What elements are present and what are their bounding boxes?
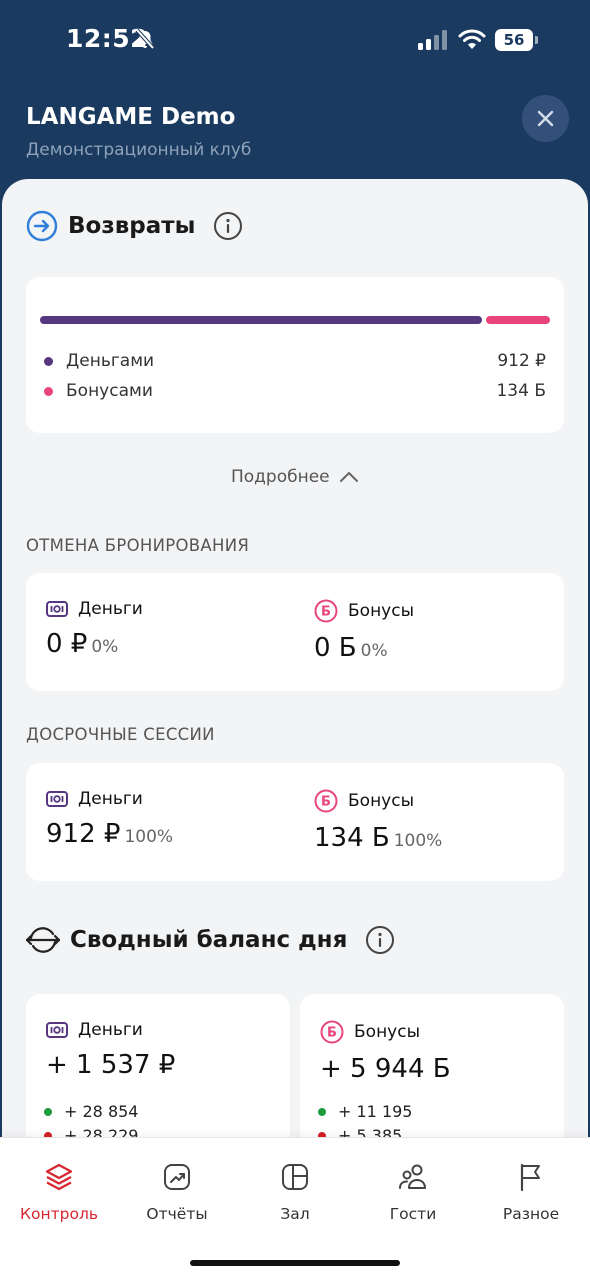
wifi-icon bbox=[458, 29, 486, 49]
close-icon bbox=[537, 110, 554, 127]
battery-tip bbox=[535, 36, 538, 44]
tab-label: Контроль bbox=[19, 1205, 98, 1223]
home-indicator bbox=[190, 1260, 400, 1266]
early-sessions-label: ДОСРОЧНЫЕ СЕССИИ bbox=[26, 725, 215, 744]
cancel-bonus-metric: Б Бонусы 0 Б 0% bbox=[314, 599, 414, 663]
income-value: + 28 854 bbox=[64, 1102, 139, 1121]
balance-icon bbox=[26, 927, 60, 953]
legend-value: 134 Б bbox=[496, 381, 546, 401]
daily-balance-title: Сводный баланс дня bbox=[70, 927, 348, 953]
returns-progress-bar bbox=[40, 316, 550, 324]
svg-text:Б: Б bbox=[321, 605, 331, 620]
club-subtitle: Демонстрационный клуб bbox=[26, 140, 252, 160]
tab-label: Зал bbox=[280, 1205, 310, 1223]
money-icon bbox=[46, 1022, 68, 1038]
metric-value: 912 ₽ bbox=[46, 819, 121, 849]
club-title: LANGAME Demo bbox=[26, 104, 236, 130]
legend-bonus-row: Бонусами 134 Б bbox=[44, 379, 546, 403]
tab-control[interactable]: Контроль bbox=[0, 1138, 118, 1238]
returns-header: Возвраты bbox=[26, 210, 243, 242]
income-value: + 11 195 bbox=[338, 1102, 413, 1121]
metric-title: Деньги bbox=[78, 599, 143, 619]
tab-label: Отчёты bbox=[146, 1205, 208, 1223]
bonus-icon: Б bbox=[314, 789, 338, 813]
metric-title: Деньги bbox=[78, 789, 143, 809]
returns-summary-card: Деньгами 912 ₽ Бонусами 134 Б bbox=[26, 277, 564, 433]
metric-percent: 0% bbox=[360, 641, 388, 661]
legend-label: Деньгами bbox=[66, 351, 155, 371]
early-bonus-metric: Б Бонусы 134 Б 100% bbox=[314, 789, 442, 853]
metric-title: Бонусы bbox=[348, 791, 415, 811]
money-icon bbox=[46, 791, 68, 807]
cancel-booking-label: ОТМЕНА БРОНИРОВАНИЯ bbox=[26, 536, 250, 555]
daily-balance-header: Сводный баланс дня bbox=[26, 925, 395, 955]
chart-icon bbox=[164, 1164, 190, 1190]
cancel-booking-card: Деньги 0 ₽0% Б Бонусы 0 Б 0% bbox=[26, 573, 564, 691]
bonus-icon: Б bbox=[320, 1020, 344, 1044]
metric-percent: 0% bbox=[91, 637, 119, 657]
legend-money-row: Деньгами 912 ₽ bbox=[44, 349, 546, 373]
svg-text:Б: Б bbox=[327, 1026, 337, 1041]
legend-value: 912 ₽ bbox=[497, 351, 546, 371]
income-dot bbox=[44, 1108, 52, 1116]
tab-label: Разное bbox=[502, 1205, 560, 1223]
legend-label: Бонусами bbox=[66, 381, 153, 401]
close-button[interactable] bbox=[522, 95, 569, 142]
users-icon bbox=[399, 1164, 426, 1189]
metric-title: Бонусы bbox=[348, 601, 415, 621]
bonus-icon: Б bbox=[314, 599, 338, 623]
layers-icon bbox=[45, 1163, 73, 1191]
metric-value: + 5 944 Б bbox=[320, 1054, 451, 1084]
income-dot bbox=[318, 1108, 326, 1116]
tab-misc[interactable]: Разное bbox=[472, 1138, 590, 1238]
battery-level: 56 bbox=[503, 31, 525, 49]
battery-indicator: 56 bbox=[495, 29, 533, 51]
money-icon bbox=[46, 601, 68, 617]
daily-bonus-metric: Б Бонусы + 5 944 Б bbox=[320, 1020, 451, 1084]
money-dot bbox=[44, 357, 53, 366]
metric-title: Бонусы bbox=[354, 1022, 421, 1042]
flag-icon bbox=[520, 1163, 540, 1192]
bonus-dot bbox=[44, 387, 53, 396]
early-sessions-card: Деньги 912 ₽100% Б Бонусы 134 Б 100% bbox=[26, 763, 564, 881]
details-label: Подробнее bbox=[230, 467, 330, 487]
progress-money-segment bbox=[40, 316, 482, 324]
status-bar: 12:52 56 bbox=[0, 0, 590, 80]
metric-percent: 100% bbox=[124, 827, 174, 847]
tab-reports[interactable]: Отчёты bbox=[118, 1138, 236, 1238]
info-icon[interactable] bbox=[365, 925, 395, 955]
metric-value: 0 ₽ bbox=[46, 629, 88, 659]
hall-icon bbox=[282, 1164, 308, 1190]
metric-percent: 100% bbox=[393, 831, 443, 851]
tab-hall[interactable]: Зал bbox=[236, 1138, 354, 1238]
daily-money-metric: Деньги + 1 537 ₽ bbox=[46, 1020, 175, 1080]
tab-guests[interactable]: Гости bbox=[354, 1138, 472, 1238]
arrow-right-circle-icon bbox=[26, 210, 58, 242]
content-sheet: Возвраты Деньгами 912 ₽ Бонусами 134 Б П… bbox=[2, 179, 588, 1280]
cancel-money-metric: Деньги 0 ₽0% bbox=[46, 599, 143, 659]
metric-value: 134 Б bbox=[314, 823, 390, 853]
chevron-up-icon bbox=[340, 472, 359, 482]
signal-icon bbox=[418, 30, 447, 50]
returns-title: Возвраты bbox=[68, 213, 196, 239]
early-money-metric: Деньги 912 ₽100% bbox=[46, 789, 173, 849]
progress-bonus-segment bbox=[486, 316, 550, 324]
metric-value: 0 Б bbox=[314, 633, 357, 663]
svg-text:Б: Б bbox=[321, 795, 331, 810]
metric-value: + 1 537 ₽ bbox=[46, 1050, 176, 1080]
metric-title: Деньги bbox=[78, 1020, 143, 1040]
tab-label: Гости bbox=[389, 1205, 437, 1223]
bell-off-icon bbox=[135, 28, 155, 50]
info-icon[interactable] bbox=[213, 211, 243, 241]
details-toggle-button[interactable]: Подробнее bbox=[2, 467, 588, 487]
